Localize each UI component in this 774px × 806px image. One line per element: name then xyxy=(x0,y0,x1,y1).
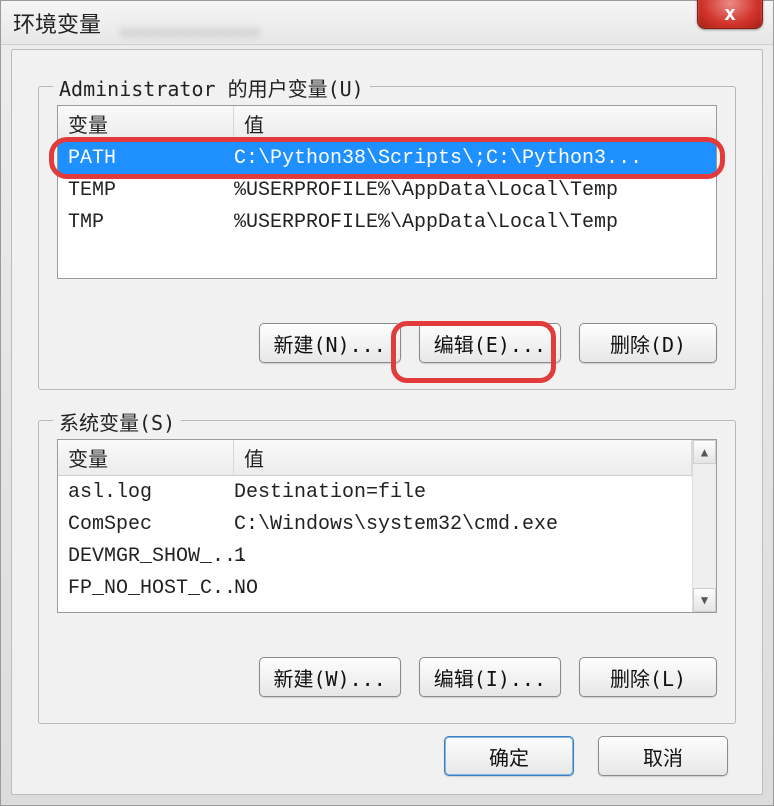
var-value: %USERPROFILE%\AppData\Local\Temp xyxy=(234,211,716,234)
titlebar[interactable]: 环境变量 。。。。。。。。。。。。。。 x xyxy=(1,1,773,45)
sys-new-button[interactable]: 新建(W)... xyxy=(259,657,401,697)
user-variables-group: Administrator 的用户变量(U) 变量 值 PATH C:\Pyth… xyxy=(38,86,736,390)
close-icon: x xyxy=(724,1,736,25)
table-row[interactable]: FP_NO_HOST_C... NO xyxy=(58,572,692,604)
sys-group-legend: 系统变量(S) xyxy=(53,407,181,436)
table-row[interactable]: TEMP %USERPROFILE%\AppData\Local\Temp xyxy=(58,174,716,206)
var-name: asl.log xyxy=(58,481,234,504)
col-header-name[interactable]: 变量 xyxy=(58,106,234,141)
user-vars-listview[interactable]: 变量 值 PATH C:\Python38\Scripts\;C:\Python… xyxy=(57,105,717,279)
col-header-name[interactable]: 变量 xyxy=(58,440,234,475)
cancel-button[interactable]: 取消 xyxy=(598,736,728,776)
col-header-value[interactable]: 值 xyxy=(234,106,716,141)
var-name: ComSpec xyxy=(58,513,234,536)
window-title: 环境变量 xyxy=(13,7,101,39)
var-value: NO xyxy=(234,577,692,600)
var-name: FP_NO_HOST_C... xyxy=(58,577,234,600)
var-name: PATH xyxy=(58,147,234,170)
sys-delete-button[interactable]: 删除(L) xyxy=(579,657,717,697)
blurred-background-text: 。。。。。。。。。。。。。。 xyxy=(121,11,541,37)
var-value: C:\Windows\system32\cmd.exe xyxy=(234,513,692,536)
table-row[interactable]: ComSpec C:\Windows\system32\cmd.exe xyxy=(58,508,692,540)
user-listview-header: 变量 值 xyxy=(58,106,716,142)
scroll-down-icon[interactable]: ▼ xyxy=(693,588,716,612)
var-name: TEMP xyxy=(58,179,234,202)
user-button-row: 新建(N)... 编辑(E)... 删除(D) xyxy=(39,315,717,371)
var-name: DEVMGR_SHOW_... xyxy=(58,545,234,568)
var-value: %USERPROFILE%\AppData\Local\Temp xyxy=(234,179,716,202)
col-header-value[interactable]: 值 xyxy=(234,440,692,475)
sys-listview-rows: asl.log Destination=file ComSpec C:\Wind… xyxy=(58,476,692,612)
scroll-up-icon[interactable]: ▲ xyxy=(693,440,716,464)
dialog-footer: 确定 取消 xyxy=(444,736,728,776)
system-variables-group: 系统变量(S) 变量 值 asl.log Destination=file Co… xyxy=(38,420,736,724)
var-value: 1 xyxy=(234,545,692,568)
close-button[interactable]: x xyxy=(697,0,763,29)
user-edit-button[interactable]: 编辑(E)... xyxy=(419,323,561,363)
env-vars-dialog: 环境变量 。。。。。。。。。。。。。。 x Administrator 的用户变… xyxy=(0,0,774,806)
user-new-button[interactable]: 新建(N)... xyxy=(259,323,401,363)
table-row[interactable]: TMP %USERPROFILE%\AppData\Local\Temp xyxy=(58,206,716,238)
ok-button[interactable]: 确定 xyxy=(444,736,574,776)
var-value: C:\Python38\Scripts\;C:\Python3... xyxy=(234,147,716,170)
sys-edit-button[interactable]: 编辑(I)... xyxy=(419,657,561,697)
sys-listview-header: 变量 值 xyxy=(58,440,716,476)
sys-vars-listview[interactable]: 变量 值 asl.log Destination=file ComSpec C:… xyxy=(57,439,717,613)
var-value: Destination=file xyxy=(234,481,692,504)
user-listview-rows: PATH C:\Python38\Scripts\;C:\Python3... … xyxy=(58,142,716,278)
table-row[interactable]: asl.log Destination=file xyxy=(58,476,692,508)
sys-scrollbar[interactable]: ▲ ▼ xyxy=(692,440,716,612)
user-delete-button[interactable]: 删除(D) xyxy=(579,323,717,363)
user-group-legend: Administrator 的用户变量(U) xyxy=(53,73,370,102)
var-name: TMP xyxy=(58,211,234,234)
dialog-body: Administrator 的用户变量(U) 变量 值 PATH C:\Pyth… xyxy=(11,49,763,795)
table-row[interactable]: PATH C:\Python38\Scripts\;C:\Python3... xyxy=(58,142,716,174)
table-row[interactable]: DEVMGR_SHOW_... 1 xyxy=(58,540,692,572)
sys-button-row: 新建(W)... 编辑(I)... 删除(L) xyxy=(39,649,717,705)
